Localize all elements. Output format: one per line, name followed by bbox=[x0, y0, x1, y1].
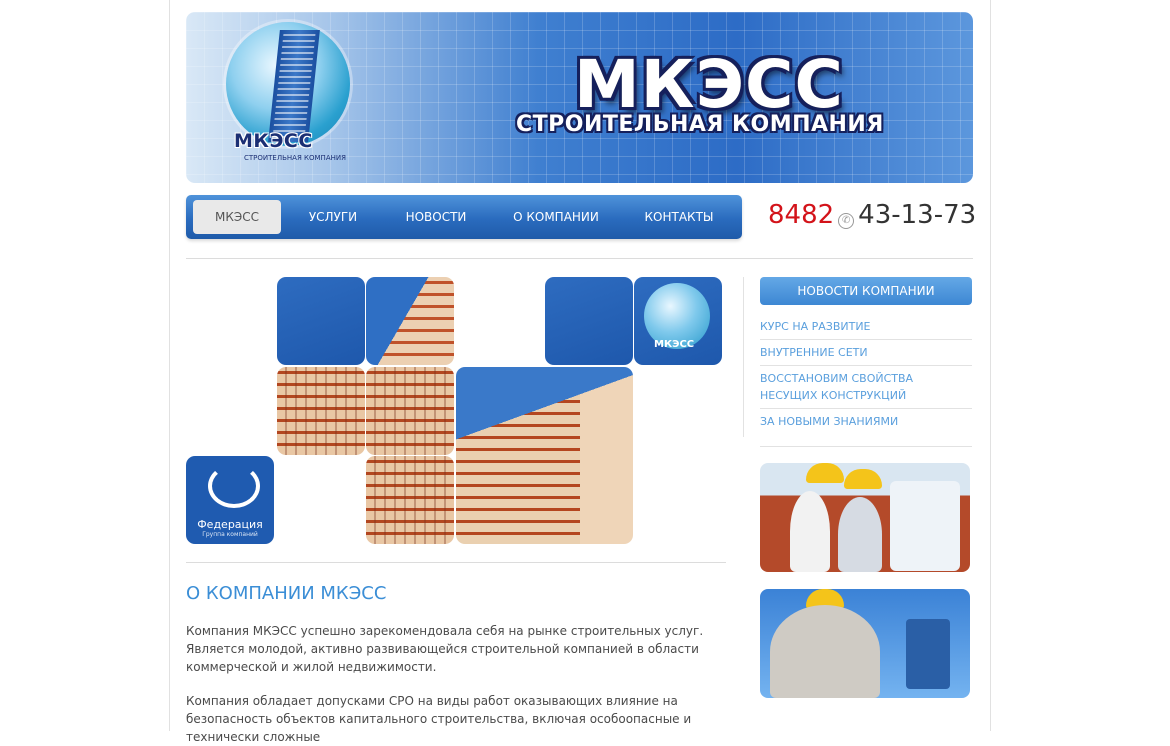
nav-item-about[interactable]: О КОМПАНИИ bbox=[504, 200, 608, 234]
person-figure bbox=[790, 491, 830, 572]
person-figure bbox=[770, 605, 880, 698]
about-title: О КОМПАНИИ МКЭСС bbox=[186, 583, 387, 604]
divider bbox=[186, 562, 726, 563]
nav-item-home[interactable]: МКЭСС bbox=[193, 200, 281, 234]
federation-subtitle: Группа компаний bbox=[202, 531, 258, 538]
logo-subtitle: СТРОИТЕЛЬНАЯ КОМПАНИЯ bbox=[244, 154, 346, 162]
blueprint-icon bbox=[890, 481, 960, 571]
nav-item-services[interactable]: УСЛУГИ bbox=[296, 200, 370, 234]
mosaic-tile bbox=[366, 456, 454, 544]
mosaic-tile bbox=[277, 277, 365, 365]
divider bbox=[186, 258, 973, 259]
column-divider bbox=[743, 277, 744, 437]
hardhat-icon bbox=[844, 469, 882, 489]
about-paragraph-1: Компания МКЭСС успешно зарекомендовала с… bbox=[186, 624, 704, 674]
nav-item-contacts[interactable]: КОНТАКТЫ bbox=[636, 200, 722, 234]
engineers-photo[interactable] bbox=[760, 463, 970, 572]
phone-digits: 43-13-73 bbox=[858, 200, 977, 230]
mosaic-large-building-image bbox=[456, 367, 633, 544]
hardhat-icon bbox=[806, 463, 844, 483]
header-banner: МКЭСС СТРОИТЕЛЬНАЯ КОМПАНИЯ МКЭСС СТРОИТ… bbox=[186, 12, 973, 183]
mosaic-tile bbox=[366, 277, 454, 365]
main-nav: МКЭСС УСЛУГИ НОВОСТИ О КОМПАНИИ КОНТАКТЫ bbox=[186, 195, 742, 239]
federation-swirl-icon bbox=[208, 464, 260, 508]
news-divider bbox=[760, 408, 972, 409]
news-divider bbox=[760, 339, 972, 340]
nav-item-news[interactable]: НОВОСТИ bbox=[396, 200, 476, 234]
laptop-icon bbox=[906, 619, 950, 689]
mini-logo-word: МКЭСС bbox=[654, 339, 695, 350]
page-container: МКЭСС СТРОИТЕЛЬНАЯ КОМПАНИЯ МКЭСС СТРОИТ… bbox=[169, 0, 991, 744]
logo-wordmark: МКЭСС bbox=[234, 130, 313, 152]
mosaic-tile bbox=[277, 367, 365, 455]
news-divider bbox=[760, 446, 972, 447]
mosaic-tile bbox=[366, 367, 454, 455]
phone-code: 8482 bbox=[768, 200, 835, 230]
federation-logo-tile[interactable]: Федерация Группа компаний bbox=[186, 456, 274, 544]
person-figure bbox=[838, 497, 882, 572]
federation-name: Федерация bbox=[197, 518, 263, 531]
mosaic-tile bbox=[545, 277, 633, 365]
news-link[interactable]: ЗА НОВЫМИ ЗНАНИЯМИ bbox=[760, 413, 972, 430]
news-heading: НОВОСТИ КОМПАНИИ bbox=[760, 277, 972, 305]
news-divider bbox=[760, 365, 972, 366]
news-link[interactable]: ВНУТРЕННИЕ СЕТИ bbox=[760, 344, 972, 361]
phone-number: 8482 ✆ 43-13-73 bbox=[768, 200, 976, 230]
about-paragraph-2: Компания обладает допусками СРО на виды … bbox=[186, 694, 692, 744]
phone-icon: ✆ bbox=[838, 213, 855, 229]
mosaic-logo-tile: МКЭСС bbox=[634, 277, 722, 365]
news-link[interactable]: КУРС НА РАЗВИТИЕ bbox=[760, 318, 972, 335]
news-link[interactable]: ВОССТАНОВИМ СВОЙСТВА НЕСУЩИХ КОНСТРУКЦИЙ bbox=[760, 370, 972, 404]
brand-tagline: СТРОИТЕЛЬНАЯ КОМПАНИЯ bbox=[516, 112, 884, 137]
engineer-laptop-photo[interactable] bbox=[760, 589, 970, 698]
